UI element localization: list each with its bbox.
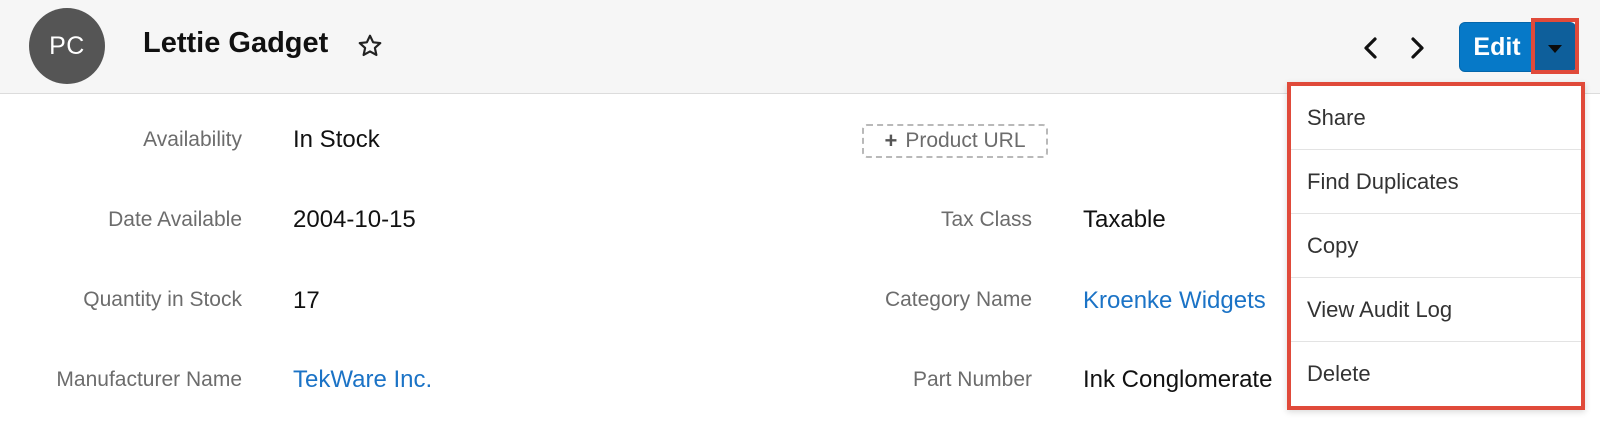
star-outline-icon[interactable] xyxy=(357,33,383,59)
field-value-category-name[interactable]: Kroenke Widgets xyxy=(1083,287,1266,315)
record-header: PC Lettie Gadget Edit xyxy=(0,0,1600,94)
page-title: Lettie Gadget xyxy=(143,27,329,59)
add-product-url-label: Product URL xyxy=(905,129,1026,152)
field-label-manufacturer-name: Manufacturer Name xyxy=(56,368,242,391)
field-value-quantity-in-stock: 17 xyxy=(293,287,320,314)
field-label-availability: Availability xyxy=(143,128,242,151)
field-label-part-number: Part Number xyxy=(912,368,1032,391)
plus-icon: + xyxy=(884,128,898,153)
menu-item-share[interactable]: Share xyxy=(1291,86,1581,150)
caret-down-icon xyxy=(1548,45,1562,53)
field-value-availability: In Stock xyxy=(293,126,380,153)
menu-item-view-audit-log[interactable]: View Audit Log xyxy=(1291,278,1581,342)
field-value-manufacturer-name[interactable]: TekWare Inc. xyxy=(293,366,432,394)
field-value-tax-class: Taxable xyxy=(1083,206,1166,233)
field-value-date-available: 2004-10-15 xyxy=(293,206,416,233)
chevron-left-icon[interactable] xyxy=(1360,36,1382,60)
menu-item-find-duplicates[interactable]: Find Duplicates xyxy=(1291,150,1581,214)
field-label-tax-class: Tax Class xyxy=(940,208,1032,231)
add-product-url-button[interactable]: + Product URL xyxy=(862,124,1048,158)
actions-dropdown-menu: Share Find Duplicates Copy View Audit Lo… xyxy=(1287,82,1585,410)
field-label-quantity-in-stock: Quantity in Stock xyxy=(83,288,242,311)
menu-item-delete[interactable]: Delete xyxy=(1291,342,1581,406)
record-view: PC Lettie Gadget Edit Availability In St… xyxy=(0,0,1600,432)
chevron-right-icon[interactable] xyxy=(1406,36,1428,60)
edit-button[interactable]: Edit xyxy=(1459,22,1535,72)
field-label-date-available: Date Available xyxy=(108,208,242,231)
field-value-part-number: Ink Conglomerate xyxy=(1083,366,1273,393)
avatar: PC xyxy=(29,8,105,84)
actions-dropdown-button[interactable] xyxy=(1534,22,1576,72)
menu-item-copy[interactable]: Copy xyxy=(1291,214,1581,278)
field-label-category-name: Category Name xyxy=(884,288,1032,311)
